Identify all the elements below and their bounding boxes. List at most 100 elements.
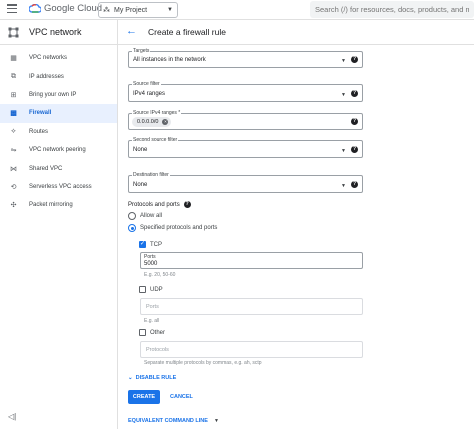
page-header: ← Create a firewall rule (118, 20, 474, 45)
page-title: Create a firewall rule (148, 27, 226, 37)
project-icon: ⁂ (103, 7, 110, 14)
project-selector[interactable]: ⁂ My Project ▼ (98, 2, 178, 18)
sidebar-item-shared-vpc[interactable]: ⋈ Shared VPC (0, 159, 117, 177)
sidebar-title: VPC network (29, 27, 82, 37)
protocols-label: Protocols and ports (128, 201, 180, 208)
cloud-logo-icon (29, 4, 41, 13)
destination-filter-select[interactable]: Destination filter None ▼ ? (128, 172, 363, 193)
sidebar: VPC network ▦ VPC networks ⧉ IP addresses … (0, 20, 118, 429)
sidebar-item-vpc-network-peering[interactable]: ⇋ VPC network peering (0, 141, 117, 159)
top-bar: Google Cloud ⁂ My Project ▼ (0, 0, 474, 20)
sidebar-item-label: Shared VPC (29, 165, 63, 172)
help-icon[interactable]: ? (351, 56, 358, 63)
sidebar-item-bring-your-own-ip[interactable]: ⊞ Bring your own IP (0, 86, 117, 104)
cancel-button[interactable]: CANCEL (170, 390, 193, 404)
help-icon[interactable]: ? (351, 118, 358, 125)
back-arrow-icon[interactable]: ← (126, 25, 137, 37)
caret-down-icon: ▼ (213, 418, 219, 424)
other-checkbox[interactable] (139, 329, 146, 336)
menu-icon[interactable] (7, 4, 17, 13)
specified-protocols-radio[interactable]: Specified protocols and ports (128, 224, 217, 232)
sidebar-item-packet-mirroring[interactable]: ✣ Packet mirroring (0, 196, 117, 214)
routes-icon: ⟡ (11, 127, 16, 135)
radio-button-selected[interactable] (128, 224, 136, 232)
help-icon[interactable]: ? (351, 146, 358, 153)
tcp-ports-value: 5000 (144, 261, 158, 267)
chevron-down-icon: ▼ (341, 148, 346, 154)
second-source-filter-value: None (133, 147, 148, 153)
help-icon[interactable]: ? (351, 181, 358, 188)
google-cloud-logo[interactable]: Google Cloud (29, 3, 102, 14)
tcp-ports-label: Ports (144, 254, 156, 260)
tcp-hint: E.g. 20, 50-60 (144, 272, 176, 278)
source-filter-select[interactable]: Source filter IPv4 ranges ▼ ? (128, 81, 363, 102)
sidebar-item-label: Routes (29, 128, 49, 135)
collapse-sidebar-icon[interactable]: ◁| (8, 412, 16, 421)
sidebar-item-label: Packet mirroring (29, 202, 73, 209)
main-content: ← Create a firewall rule Targets All ins… (118, 20, 474, 429)
targets-select[interactable]: Targets All instances in the network ▼ ? (128, 48, 363, 68)
logo-text: Google Cloud (44, 3, 103, 14)
chevron-down-icon: ▼ (341, 92, 346, 98)
other-label: Other (150, 329, 166, 336)
tcp-label: TCP (150, 241, 162, 248)
targets-value: All instances in the network (133, 57, 206, 63)
shared-vpc-icon: ⋈ (10, 165, 17, 173)
tcp-ports-field[interactable]: Ports 5000 (140, 252, 363, 269)
udp-ports-placeholder: Ports (146, 304, 159, 310)
other-checkbox-row[interactable]: Other (139, 329, 165, 336)
source-ranges-field[interactable]: Source IPv4 ranges * 0.0.0.0/0 × ? (128, 110, 363, 130)
ip-range-chip: 0.0.0.0/0 × (132, 117, 172, 127)
ip-icon: ⧉ (11, 72, 16, 80)
sidebar-item-routes[interactable]: ⟡ Routes (0, 123, 117, 141)
chip-label: 0.0.0.0/0 (137, 119, 159, 125)
source-filter-label: Source filter (132, 81, 161, 87)
other-protocols-placeholder: Protocols (146, 347, 169, 353)
sidebar-item-label: VPC network peering (29, 147, 86, 154)
udp-checkbox[interactable] (139, 286, 146, 293)
search-bar[interactable] (310, 1, 474, 18)
serverless-icon: ⟲ (10, 183, 17, 191)
sidebar-item-firewall[interactable]: ▩ Firewall (0, 104, 117, 123)
search-input[interactable] (315, 5, 469, 14)
sidebar-item-label: Serverless VPC access (29, 183, 92, 190)
network-icon: ▦ (10, 55, 17, 63)
tcp-checkbox[interactable]: ✓ (139, 241, 146, 248)
udp-hint: E.g. all (144, 318, 160, 324)
remove-chip-icon[interactable]: × (162, 119, 169, 125)
sidebar-item-label: Bring your own IP (29, 91, 77, 98)
project-label: My Project (114, 6, 148, 14)
second-source-filter-select[interactable]: Second source filter None ▼ ? (128, 137, 363, 158)
peering-icon: ⇋ (10, 147, 17, 155)
create-button[interactable]: CREATE (128, 390, 160, 404)
allow-all-label: Allow all (140, 213, 163, 219)
sidebar-item-ip-addresses[interactable]: ⧉ IP addresses (0, 67, 117, 85)
sidebar-item-vpc-networks[interactable]: ▦ VPC networks (0, 49, 117, 67)
chevron-down-icon: ▼ (341, 183, 346, 189)
byoip-icon: ⊞ (10, 91, 17, 99)
tcp-checkbox-row[interactable]: ✓ TCP (139, 241, 162, 248)
sidebar-item-serverless-vpc-access[interactable]: ⟲ Serverless VPC access (0, 178, 117, 196)
sidebar-item-label: IP addresses (29, 73, 64, 80)
udp-checkbox-row[interactable]: UDP (139, 286, 163, 293)
equivalent-command-line-button[interactable]: EQUIVALENT COMMAND LINE ▼ (128, 418, 219, 424)
protocols-heading: Protocols and ports ? (128, 201, 191, 208)
equivalent-command-label: EQUIVALENT COMMAND LINE (128, 418, 208, 424)
mirroring-icon: ✣ (10, 202, 17, 210)
chevron-down-icon: ⌄ (128, 375, 133, 381)
source-ranges-label: Source IPv4 ranges * (132, 110, 182, 116)
udp-ports-field[interactable]: Ports (140, 298, 363, 315)
other-protocols-field[interactable]: Protocols (140, 341, 363, 358)
radio-button[interactable] (128, 212, 136, 220)
disable-rule-toggle[interactable]: ⌄ DISABLE RULE (128, 375, 176, 381)
sidebar-item-label: Firewall (29, 110, 52, 117)
help-icon[interactable]: ? (351, 90, 358, 97)
second-source-filter-label: Second source filter (132, 137, 179, 143)
targets-label: Targets (132, 48, 151, 54)
disable-rule-label: DISABLE RULE (135, 375, 177, 381)
sidebar-header: VPC network (0, 20, 117, 45)
chevron-down-icon: ▼ (167, 7, 173, 13)
source-filter-value: IPv4 ranges (133, 91, 166, 97)
allow-all-radio[interactable]: Allow all (128, 212, 162, 220)
help-icon[interactable]: ? (183, 201, 191, 208)
